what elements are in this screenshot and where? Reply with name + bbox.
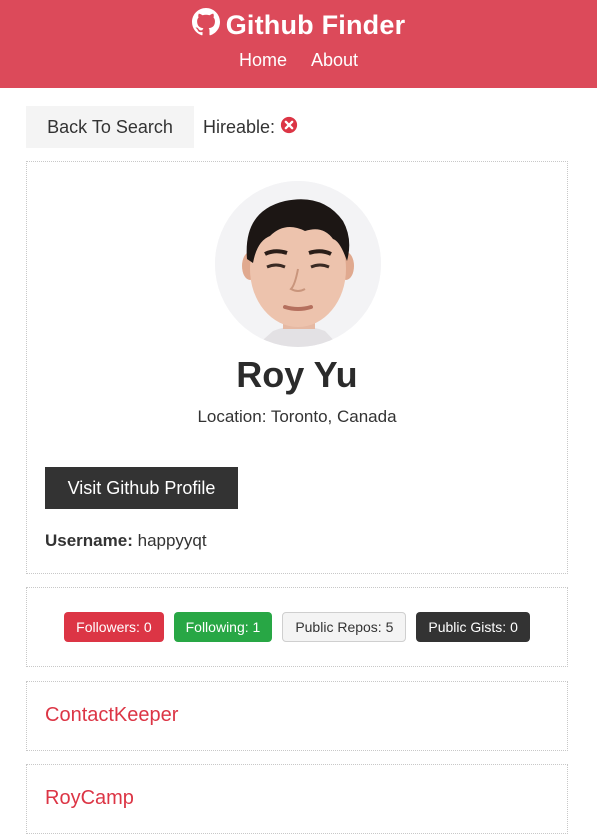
profile-location: Location: Toronto, Canada [197,407,397,426]
repo-item: RoyCamp [26,764,568,834]
visit-github-profile-button[interactable]: Visit Github Profile [45,467,238,509]
public-repos-badge: Public Repos: 5 [282,612,407,642]
navbar: Github Finder Home About [0,0,597,88]
nav-about-link[interactable]: About [311,50,358,71]
brand-title: Github Finder [225,10,406,40]
back-to-search-button[interactable]: Back To Search [26,106,194,148]
stats-card: Followers: 0 Following: 1 Public Repos: … [26,587,568,667]
profile-card: Roy Yu Location: Toronto, Canada Visit G… [26,161,568,574]
followers-badge: Followers: 0 [64,612,164,642]
nav-links: Home About [0,50,597,71]
github-icon [191,8,220,43]
times-circle-icon [280,116,298,139]
repo-item: ContactKeeper [26,681,568,751]
nav-home-link[interactable]: Home [239,50,287,71]
repo-link[interactable]: ContactKeeper [45,704,178,727]
following-badge: Following: 1 [173,612,273,642]
username-row: Username: happyyqt [45,531,207,551]
brand[interactable]: Github Finder [0,8,597,43]
hireable-status: Hireable: [203,116,298,139]
avatar [215,181,381,347]
username-label: Username: [45,531,133,550]
repo-link[interactable]: RoyCamp [45,787,134,810]
public-gists-badge: Public Gists: 0 [416,612,530,642]
stats-badges: Followers: 0 Following: 1 Public Repos: … [27,612,567,642]
username-value: happyyqt [137,531,207,550]
hireable-label: Hireable: [203,117,276,137]
profile-name: Roy Yu [236,354,358,395]
